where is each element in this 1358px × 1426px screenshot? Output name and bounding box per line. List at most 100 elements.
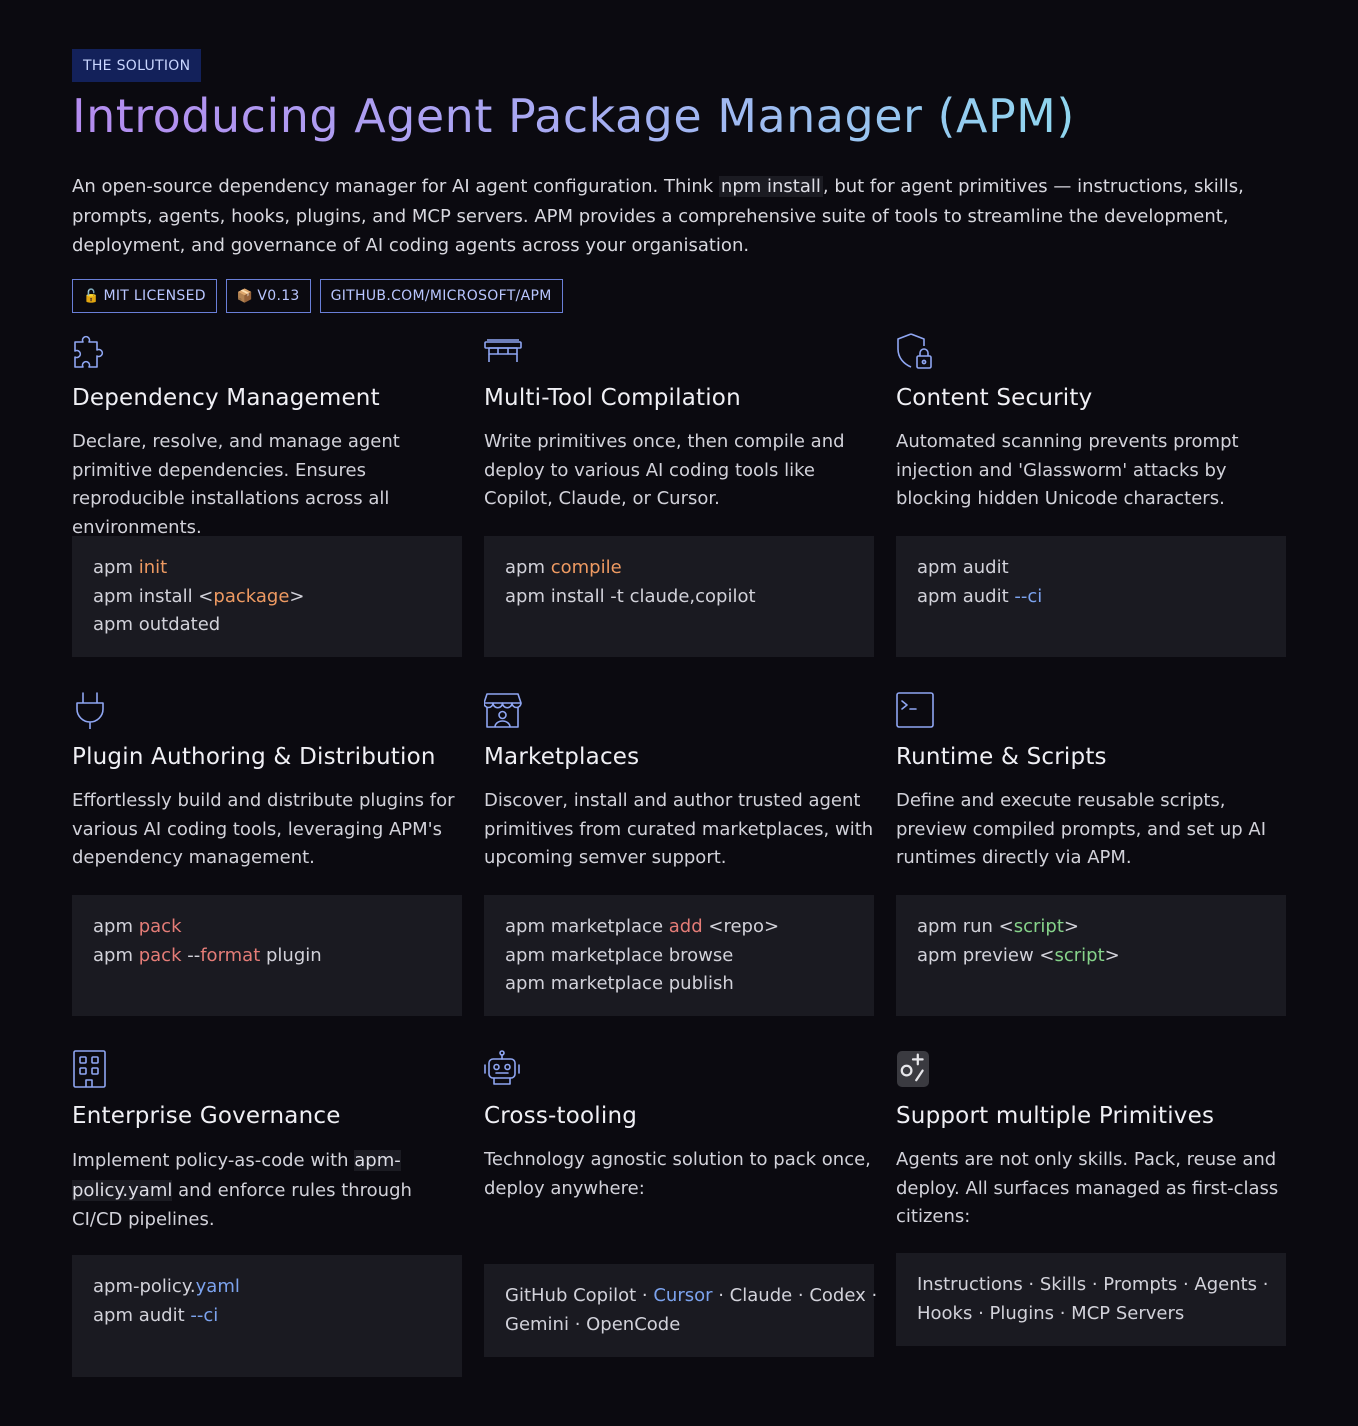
code-token: >: [1063, 916, 1079, 937]
feature-description: Declare, resolve, and manage agent primi…: [72, 431, 400, 538]
code-token: apm: [93, 944, 139, 966]
code-token: Hooks · Plugins · MCP Servers: [917, 1302, 1185, 1324]
feature-card-multiple-primitives: Support multiple Primitives Agents are n…: [896, 1050, 1286, 1346]
license-badge[interactable]: 🔓 MIT LICENSED: [72, 279, 217, 313]
feature-description: Write primitives once, then compile and …: [484, 431, 845, 509]
page-title: Introducing Agent Package Manager (APM): [72, 84, 1075, 148]
code-token-highlight: add: [668, 916, 703, 937]
code-line: apm outdated: [93, 611, 441, 640]
feature-card-dependency-management: Dependency Management Declare, resolve, …: [72, 332, 462, 657]
code-line: apm compile: [505, 554, 853, 583]
code-token-highlight: compile: [550, 557, 622, 578]
feature-card-multi-tool-compilation: Multi-Tool Compilation Write primitives …: [484, 332, 874, 657]
code-token: Instructions · Skills · Prompts · Agents…: [917, 1274, 1269, 1295]
intro-paragraph: An open-source dependency manager for AI…: [72, 172, 1287, 261]
code-token: · Claude · Codex ·: [712, 1285, 878, 1306]
puzzle-icon: [72, 332, 110, 370]
code-line: apm-policy.yaml: [93, 1273, 441, 1302]
feature-description: Technology agnostic solution to pack onc…: [484, 1149, 871, 1199]
code-token: apm-policy.: [93, 1276, 196, 1297]
code-snippet: apm init apm install <package> apm outdate…: [72, 536, 462, 657]
feature-title: Multi-Tool Compilation: [484, 385, 741, 411]
feature-title: Enterprise Governance: [72, 1103, 341, 1129]
code-line: apm install <package>: [93, 583, 441, 612]
intro-inline-code: npm install: [718, 176, 823, 197]
feature-description: Define and execute reusable scripts, pre…: [896, 790, 1267, 868]
code-token-highlight: format: [200, 944, 261, 966]
badge-row: 🔓 MIT LICENSED 📦 V0.13 GITHUB.COM/MICROS…: [72, 279, 563, 313]
code-token: apm outdated: [93, 614, 221, 635]
shield-lock-icon: [896, 332, 934, 370]
feature-title: Plugin Authoring & Distribution: [72, 744, 436, 770]
code-token-highlight: pack: [138, 916, 182, 937]
code-token-highlight: yaml: [195, 1276, 240, 1297]
code-token-highlight: --ci: [1014, 585, 1043, 607]
code-token-highlight: Cursor: [653, 1285, 713, 1306]
feature-title: Support multiple Primitives: [896, 1103, 1215, 1129]
code-token: GitHub Copilot ·: [505, 1285, 654, 1306]
code-line: apm init: [93, 554, 441, 583]
code-line: apm marketplace browse: [505, 942, 853, 971]
feature-card-enterprise-governance: Enterprise Governance Implement policy-a…: [72, 1050, 462, 1377]
github-link-badge[interactable]: GITHUB.COM/MICROSOFT/APM: [319, 279, 563, 313]
code-token-highlight: package: [213, 585, 290, 607]
code-line: apm marketplace publish: [505, 970, 853, 999]
code-line: GitHub Copilot · Cursor · Claude · Codex…: [505, 1282, 877, 1311]
version-badge[interactable]: 📦 V0.13: [225, 279, 311, 313]
primitives-icon: [896, 1050, 934, 1088]
code-token: apm marketplace: [505, 916, 669, 937]
code-snippet: apm pack apm pack --format plugin: [72, 895, 462, 1016]
unlock-icon: 🔓: [83, 288, 100, 304]
code-line: Hooks · Plugins · MCP Servers: [917, 1300, 1265, 1329]
code-line: apm audit --ci: [917, 583, 1265, 612]
feature-description: Automated scanning prevents prompt injec…: [896, 431, 1239, 509]
feature-title: Marketplaces: [484, 744, 640, 770]
code-snippet: apm marketplace add <repo> apm marketplac…: [484, 895, 874, 1016]
feature-description: Implement policy-as-code with apm-policy…: [72, 1146, 462, 1235]
code-token: apm run <: [917, 916, 1014, 937]
feature-card-marketplaces: Marketplaces Discover, install and autho…: [484, 691, 874, 1016]
code-line: Instructions · Skills · Prompts · Agents…: [917, 1271, 1269, 1300]
code-token: Gemini · OpenCode: [505, 1313, 681, 1335]
plug-icon: [72, 691, 110, 729]
license-badge-label: MIT LICENSED: [103, 288, 206, 304]
section-eyebrow: THE SOLUTION: [72, 49, 202, 82]
code-token: >: [1104, 944, 1120, 966]
code-line: apm pack --format plugin: [93, 942, 441, 971]
feature-title: Runtime & Scripts: [896, 744, 1107, 770]
feature-card-runtime-scripts: Runtime & Scripts Define and execute reu…: [896, 691, 1286, 1016]
storefront-icon: [484, 691, 522, 729]
building-icon: [72, 1050, 110, 1088]
code-token: plugin: [260, 944, 322, 966]
code-token: apm marketplace publish: [505, 973, 734, 994]
code-token: apm audit: [917, 585, 1015, 607]
robot-icon: [484, 1050, 522, 1088]
code-token: apm install <: [93, 585, 214, 607]
code-token: apm: [93, 557, 139, 578]
code-snippet: apm compile apm install -t claude,copilot: [484, 536, 874, 657]
code-token-highlight: pack: [138, 944, 182, 966]
code-line: apm pack: [93, 913, 441, 942]
code-token: <repo>: [702, 916, 780, 937]
feature-title: Cross-tooling: [484, 1103, 638, 1129]
code-snippet: apm audit apm audit --ci: [896, 536, 1286, 657]
feature-card-cross-tooling: Cross-tooling Technology agnostic soluti…: [484, 1050, 877, 1357]
github-badge-label: GITHUB.COM/MICROSOFT/APM: [330, 288, 552, 304]
code-token: apm preview <: [917, 944, 1055, 966]
code-token: >: [289, 585, 305, 607]
intro-text-1: An open-source dependency manager for AI…: [72, 176, 719, 197]
code-snippet: apm run <script> apm preview <script>: [896, 895, 1286, 1016]
code-token-highlight: script: [1054, 944, 1105, 966]
code-line: apm install -t claude,copilot: [505, 583, 853, 612]
feature-description-text: Implement policy-as-code with: [72, 1150, 355, 1171]
code-token-highlight: init: [138, 557, 168, 578]
code-line: apm run <script>: [917, 913, 1265, 942]
code-token: apm audit: [93, 1304, 191, 1326]
feature-description: Effortlessly build and distribute plugin…: [72, 790, 455, 868]
code-token: apm install -t claude,copilot: [505, 585, 756, 607]
code-line: apm marketplace add <repo>: [505, 913, 853, 942]
code-token: apm audit: [917, 557, 1009, 578]
feature-description: Agents are not only skills. Pack, reuse …: [896, 1149, 1279, 1227]
code-token: --: [181, 944, 201, 966]
code-snippet: GitHub Copilot · Cursor · Claude · Codex…: [484, 1264, 877, 1357]
